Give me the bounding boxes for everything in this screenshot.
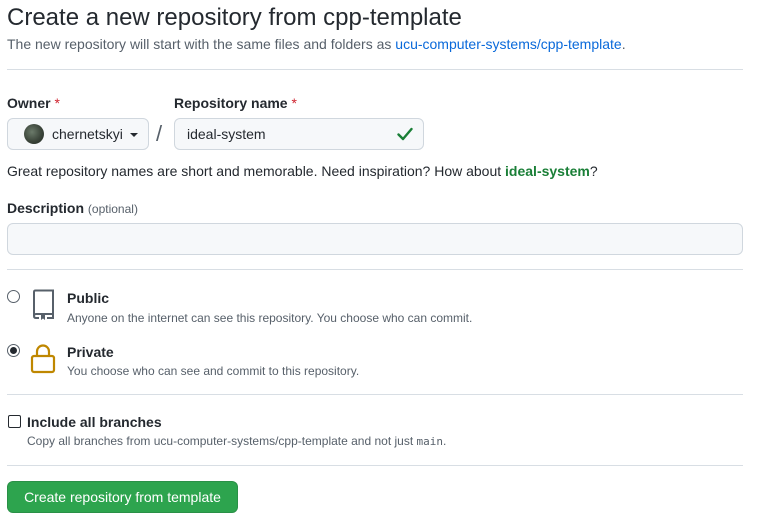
include-branches-desc: Copy all branches from ucu-computer-syst… (27, 434, 446, 448)
optional-label: (optional) (87, 202, 138, 216)
hint-suffix: ? (589, 163, 598, 179)
template-repo-link[interactable]: ucu-computer-systems/cpp-template (395, 36, 621, 52)
repo-name-label-text: Repository name (174, 95, 288, 111)
repo-name-value: ideal-system (187, 126, 266, 142)
owner-label: Owner * (7, 95, 60, 111)
hint-text: Great repository names are short and mem… (7, 163, 506, 179)
public-desc: Anyone on the internet can see this repo… (67, 311, 473, 325)
repo-icon (32, 289, 54, 320)
description-input[interactable] (7, 223, 743, 255)
owner-name: chernetskyi (52, 126, 123, 142)
description-label-text: Description (7, 200, 85, 216)
divider (7, 394, 743, 395)
avatar (24, 124, 44, 144)
divider (7, 269, 743, 270)
public-radio[interactable] (7, 290, 20, 303)
branches-desc-text: Copy all branches from ucu-computer-syst… (27, 434, 417, 448)
subtitle-suffix: . (621, 36, 626, 52)
include-branches-label[interactable]: Include all branches (27, 414, 162, 430)
subtitle-text: The new repository will start with the s… (7, 36, 396, 52)
private-radio[interactable] (7, 344, 20, 357)
branch-code: main (416, 435, 444, 448)
owner-repo-separator: / (156, 121, 163, 146)
create-repository-button[interactable]: Create repository from template (7, 481, 238, 513)
divider (7, 465, 743, 466)
page-title: Create a new repository from cpp-templat… (7, 4, 462, 31)
divider (7, 69, 743, 70)
description-label: Description (optional) (7, 200, 138, 216)
private-title: Private (67, 344, 114, 360)
include-branches-checkbox[interactable] (8, 415, 21, 428)
lock-icon (30, 344, 56, 374)
repo-name-label: Repository name * (174, 95, 297, 111)
public-title: Public (67, 290, 110, 306)
required-mark: * (54, 95, 60, 111)
name-suggestion[interactable]: ideal-system (505, 163, 590, 179)
page-subtitle: The new repository will start with the s… (7, 36, 626, 52)
private-desc: You choose who can see and commit to thi… (67, 364, 360, 378)
chevron-down-icon (129, 133, 138, 137)
owner-select[interactable]: chernetskyi (7, 118, 149, 150)
repo-name-input[interactable]: ideal-system (174, 118, 424, 150)
required-mark: * (291, 95, 297, 111)
branches-desc-suffix: . (443, 434, 447, 448)
repo-name-hint: Great repository names are short and mem… (7, 163, 598, 179)
check-icon (397, 127, 413, 141)
owner-label-text: Owner (7, 95, 51, 111)
